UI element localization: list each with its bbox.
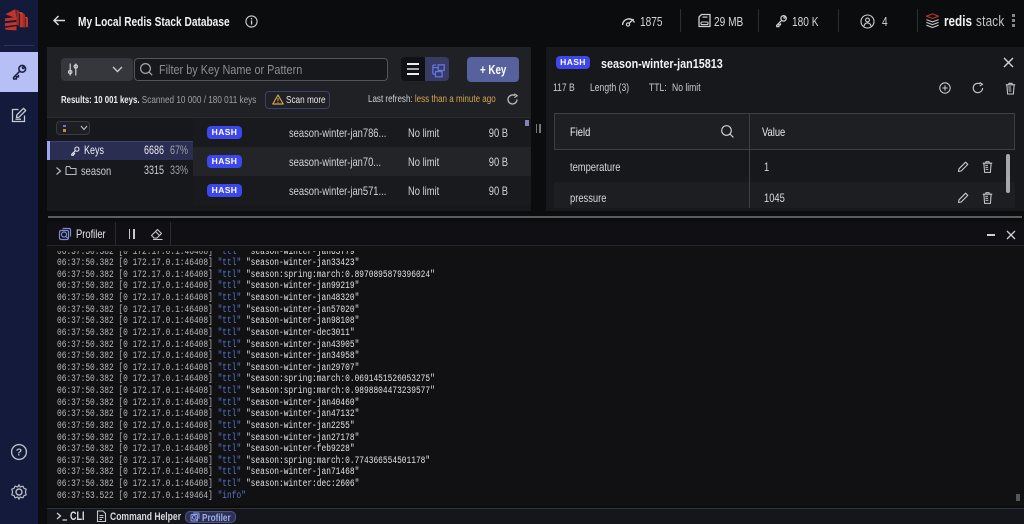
svg-text:?: ? [16, 447, 22, 459]
